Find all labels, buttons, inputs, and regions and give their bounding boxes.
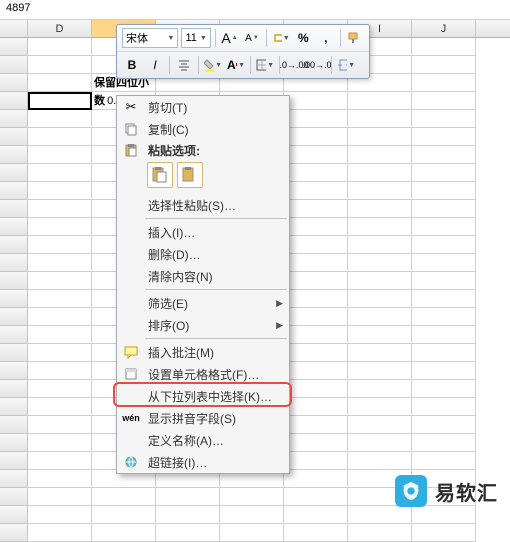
menu-cut[interactable]: ✂ 剪切(T): [117, 96, 289, 118]
comment-icon: [120, 343, 142, 361]
mini-toolbar: 宋体▼ 11▼ A▲ A▼ ▼ % , B I ▼ A▼ ▼ .0→.00 .0…: [116, 24, 370, 79]
paste-options-row: [117, 160, 289, 194]
menu-filter[interactable]: 筛选(E)▶: [117, 292, 289, 314]
row-header[interactable]: [0, 110, 28, 128]
menu-sort[interactable]: 排序(O)▶: [117, 314, 289, 336]
row-header[interactable]: [0, 74, 28, 92]
chevron-right-icon: ▶: [276, 298, 283, 309]
format-cells-icon: [120, 365, 142, 383]
copy-icon: [120, 120, 142, 138]
chevron-right-icon: ▶: [276, 320, 283, 331]
row-header[interactable]: [0, 470, 28, 488]
menu-paste-special[interactable]: 选择性粘贴(S)…: [117, 194, 289, 216]
row-header[interactable]: [0, 290, 28, 308]
percent-button[interactable]: %: [294, 28, 313, 48]
row-header[interactable]: [0, 254, 28, 272]
shrink-font-button[interactable]: A▼: [242, 28, 261, 48]
row-header[interactable]: [0, 452, 28, 470]
bold-button[interactable]: B: [122, 55, 142, 75]
borders-button[interactable]: ▼: [255, 55, 275, 75]
formula-bar-value: 4897: [6, 2, 30, 14]
comma-button[interactable]: ,: [316, 28, 335, 48]
row-header[interactable]: [0, 380, 28, 398]
select-all-corner[interactable]: [0, 20, 28, 37]
row-header[interactable]: [0, 38, 28, 56]
col-header-d[interactable]: D: [28, 20, 92, 37]
paste-option-all[interactable]: [147, 162, 173, 188]
font-color-button[interactable]: A▼: [226, 55, 246, 75]
formula-bar[interactable]: 4897: [0, 0, 510, 20]
row-header[interactable]: [0, 182, 28, 200]
font-name-dropdown[interactable]: 宋体▼: [122, 28, 178, 48]
paste-icon: [120, 141, 142, 159]
row-header[interactable]: [0, 164, 28, 182]
format-painter-button[interactable]: [345, 28, 364, 48]
fill-color-button[interactable]: ▼: [203, 55, 223, 75]
row-header[interactable]: [0, 398, 28, 416]
menu-format-cells[interactable]: 设置单元格格式(F)…: [117, 363, 289, 385]
context-menu: ✂ 剪切(T) 复制(C) 粘贴选项: 选择性粘贴(S)… 插入(I)… 删除(…: [116, 95, 290, 474]
merge-button[interactable]: ▼: [336, 55, 356, 75]
hyperlink-icon: [120, 453, 142, 471]
scissors-icon: ✂: [120, 98, 142, 116]
row-header[interactable]: [0, 416, 28, 434]
watermark: 易软汇: [395, 475, 498, 507]
paste-option-values[interactable]: [177, 162, 203, 188]
menu-hyperlink[interactable]: 超链接(I)…: [117, 451, 289, 473]
menu-delete[interactable]: 删除(D)…: [117, 243, 289, 265]
row-header[interactable]: [0, 128, 28, 146]
grow-font-button[interactable]: A▲: [220, 28, 239, 48]
menu-insert[interactable]: 插入(I)…: [117, 221, 289, 243]
row-header[interactable]: [0, 92, 28, 110]
row-header[interactable]: [0, 308, 28, 326]
watermark-logo-icon: [395, 475, 427, 507]
menu-paste-header: 粘贴选项:: [117, 140, 289, 160]
currency-button[interactable]: ▼: [271, 28, 291, 48]
menu-show-phonetic[interactable]: wén 显示拼音字段(S): [117, 407, 289, 429]
watermark-text: 易软汇: [435, 477, 498, 506]
row-header[interactable]: [0, 146, 28, 164]
row-header[interactable]: [0, 236, 28, 254]
phonetic-icon: wén: [120, 409, 142, 427]
menu-insert-comment[interactable]: 插入批注(M): [117, 341, 289, 363]
row-header[interactable]: [0, 506, 28, 524]
row-header[interactable]: [0, 218, 28, 236]
menu-pick-from-list[interactable]: 从下拉列表中选择(K)…: [117, 385, 289, 407]
menu-clear[interactable]: 清除内容(N): [117, 265, 289, 287]
row-header[interactable]: [0, 272, 28, 290]
row-header[interactable]: [0, 434, 28, 452]
italic-button[interactable]: I: [145, 55, 165, 75]
decrease-decimal-button[interactable]: .00→.0: [307, 55, 327, 75]
menu-copy[interactable]: 复制(C): [117, 118, 289, 140]
row-header[interactable]: [0, 344, 28, 362]
menu-define-name[interactable]: 定义名称(A)…: [117, 429, 289, 451]
row-header[interactable]: [0, 488, 28, 506]
row-header[interactable]: [0, 362, 28, 380]
align-center-button[interactable]: [174, 55, 194, 75]
row-header[interactable]: [0, 200, 28, 218]
col-header-j[interactable]: J: [412, 20, 476, 37]
increase-decimal-button[interactable]: .0→.00: [284, 55, 304, 75]
font-size-dropdown[interactable]: 11▼: [181, 28, 210, 48]
row-header[interactable]: [0, 524, 28, 542]
row-header[interactable]: [0, 326, 28, 344]
row-header[interactable]: [0, 56, 28, 74]
